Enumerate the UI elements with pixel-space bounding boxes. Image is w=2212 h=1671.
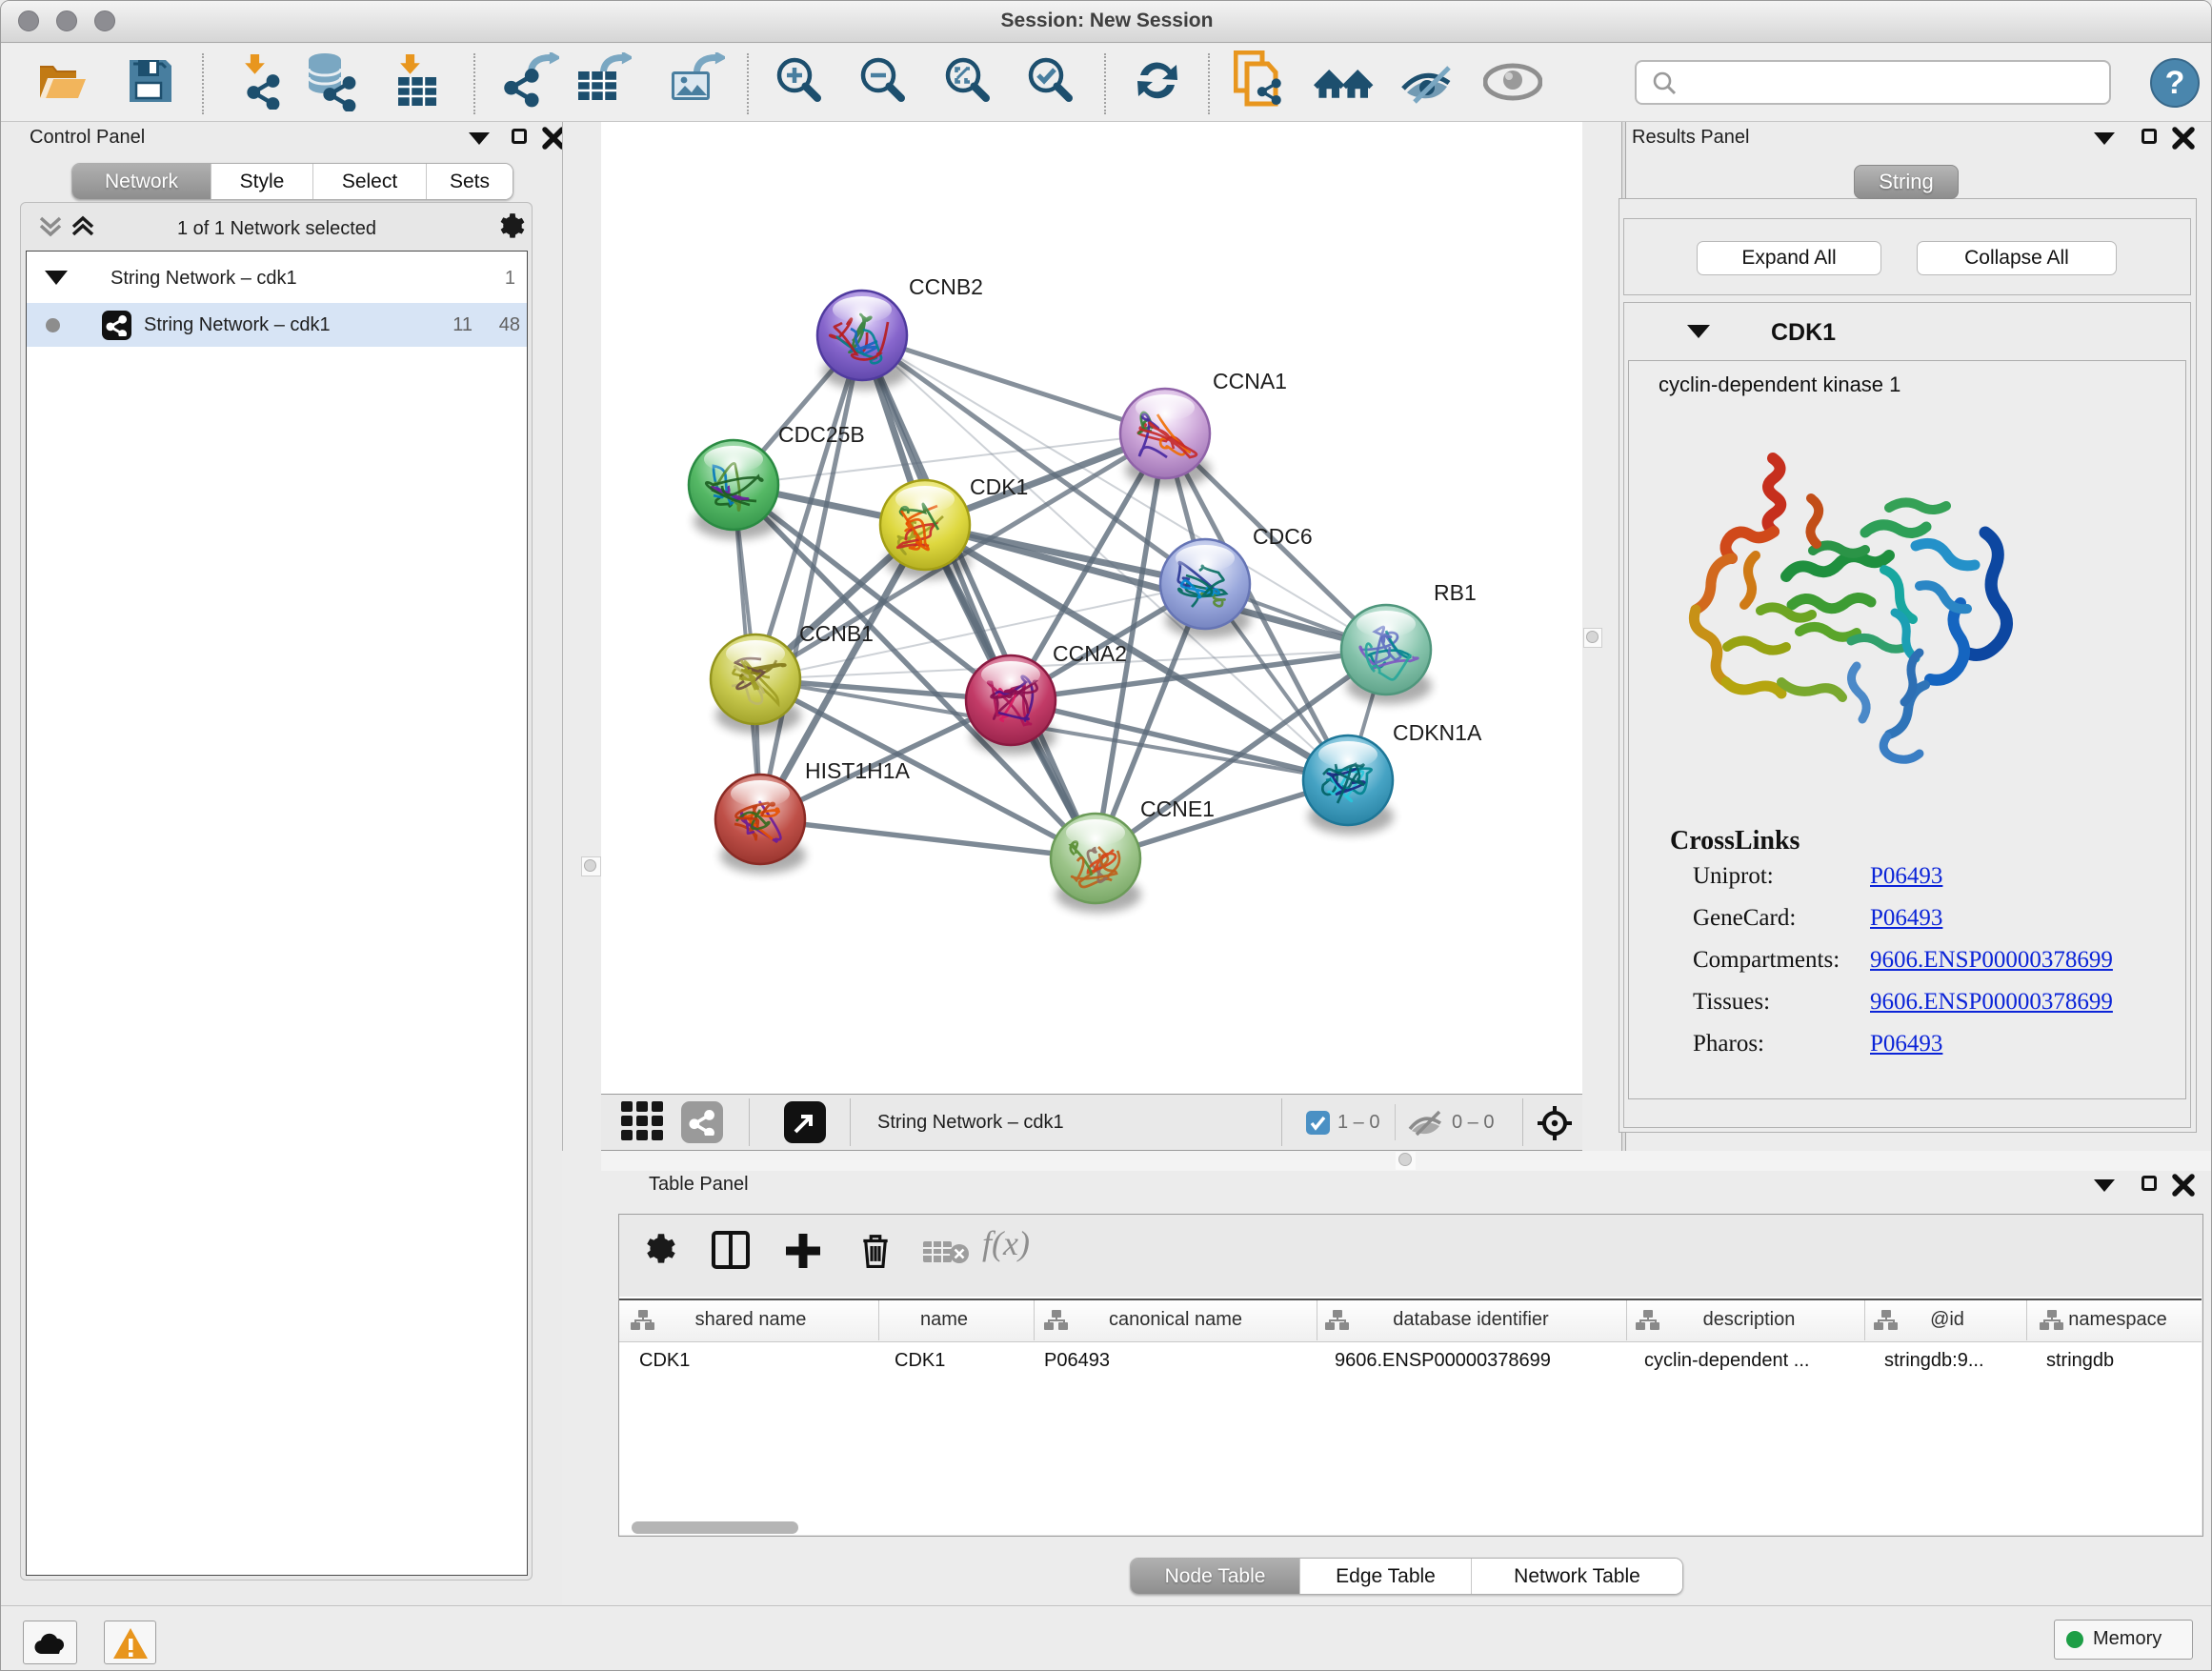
svg-text:CDC6: CDC6 — [1253, 524, 1313, 549]
svg-text:CCNB2: CCNB2 — [909, 274, 983, 299]
svg-text:CDC25B: CDC25B — [778, 422, 865, 447]
svg-text:HIST1H1A: HIST1H1A — [805, 758, 911, 783]
svg-text:CCNA1: CCNA1 — [1213, 369, 1287, 393]
svg-text:CDK1: CDK1 — [970, 474, 1028, 499]
svg-text:CDKN1A: CDKN1A — [1393, 720, 1482, 745]
svg-text:CCNE1: CCNE1 — [1140, 796, 1215, 821]
svg-text:CCNA2: CCNA2 — [1053, 641, 1127, 666]
svg-text:RB1: RB1 — [1434, 580, 1477, 605]
svg-text:CCNB1: CCNB1 — [799, 621, 874, 646]
